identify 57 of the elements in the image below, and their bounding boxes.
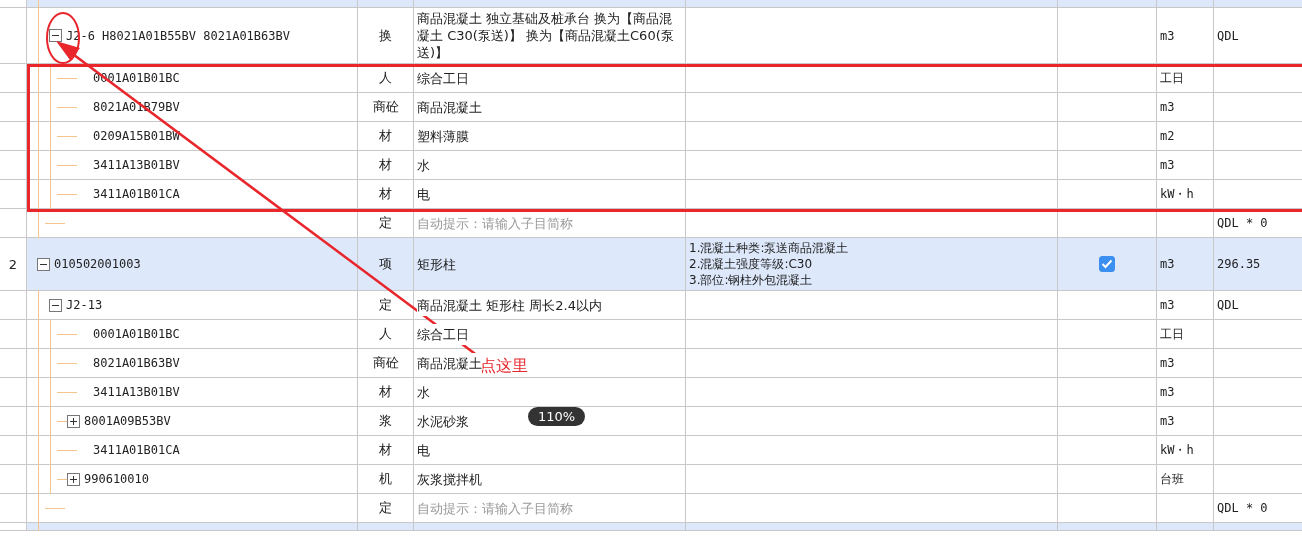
type-text: 定 bbox=[379, 214, 392, 232]
expand-toggle[interactable] bbox=[49, 298, 62, 312]
type-text: 材 bbox=[379, 185, 392, 203]
zoom-badge: 110% bbox=[528, 407, 586, 426]
name-text: 商品混凝土 bbox=[417, 352, 482, 374]
unit-text: kW・h bbox=[1160, 441, 1194, 459]
unit-text: m3 bbox=[1160, 28, 1175, 43]
type-text: 项 bbox=[379, 255, 392, 273]
quantity-text: QDL bbox=[1217, 298, 1239, 312]
unit-text: m3 bbox=[1160, 414, 1175, 428]
type-text: 机 bbox=[379, 470, 392, 488]
type-text: 材 bbox=[379, 156, 392, 174]
expand-toggle[interactable] bbox=[49, 29, 62, 42]
name-text: 综合工日 bbox=[417, 323, 469, 345]
code-text: 8021A01B63BV bbox=[93, 356, 180, 370]
type-text: 人 bbox=[379, 69, 392, 87]
type-text: 商砼 bbox=[372, 98, 399, 116]
type-text: 材 bbox=[379, 441, 392, 459]
feature-text: 1.混凝土种类:泵送商品混凝土 2.混凝土强度等级:C30 3.部位:钢柱外包混凝土 bbox=[689, 240, 849, 289]
code-text: 8001A09B53BV bbox=[84, 414, 171, 428]
expand-toggle[interactable] bbox=[37, 257, 50, 271]
row-number: 2 bbox=[8, 256, 18, 272]
unit-text: m3 bbox=[1160, 385, 1175, 399]
code-text: 0001A01B01BC bbox=[93, 327, 180, 341]
unit-text: m3 bbox=[1160, 298, 1175, 312]
quantity-text: QDL * 0 bbox=[1217, 216, 1268, 230]
code-text: 990610010 bbox=[84, 472, 150, 486]
type-text: 换 bbox=[379, 26, 392, 45]
unit-text: m3 bbox=[1160, 257, 1175, 271]
unit-text: m3 bbox=[1160, 356, 1175, 370]
unit-text: m3 bbox=[1160, 158, 1175, 172]
unit-text: kW・h bbox=[1160, 185, 1194, 203]
unit-text: 工日 bbox=[1160, 69, 1184, 87]
code-text: J2-13 bbox=[66, 298, 103, 312]
unit-text: 台班 bbox=[1160, 470, 1184, 488]
expand-toggle[interactable] bbox=[67, 414, 80, 428]
code-text: 3411A01B01CA bbox=[93, 443, 180, 457]
type-text: 定 bbox=[379, 296, 392, 314]
type-text: 材 bbox=[379, 127, 392, 145]
unit-text: m2 bbox=[1160, 129, 1175, 143]
unit-text: 工日 bbox=[1160, 325, 1184, 343]
type-text: 浆 bbox=[379, 412, 392, 430]
unit-text: m3 bbox=[1160, 100, 1175, 114]
code-text: 3411A01B01CA bbox=[93, 187, 180, 201]
code-text: 0209A15B01BW bbox=[93, 129, 180, 143]
checkbox[interactable] bbox=[1099, 256, 1115, 272]
quantity-text: QDL bbox=[1217, 28, 1239, 43]
code-text: 010502001003 bbox=[54, 257, 141, 271]
type-text: 人 bbox=[379, 325, 392, 343]
code-text: 3411A13B01BV bbox=[93, 158, 180, 172]
quantity-text: 296.35 bbox=[1217, 257, 1261, 271]
quantity-text: QDL * 0 bbox=[1217, 501, 1268, 515]
type-text: 材 bbox=[379, 383, 392, 401]
type-text: 商砼 bbox=[372, 354, 399, 372]
expand-toggle[interactable] bbox=[67, 472, 80, 486]
code-text: 3411A13B01BV bbox=[93, 385, 180, 399]
type-text: 定 bbox=[379, 499, 392, 517]
